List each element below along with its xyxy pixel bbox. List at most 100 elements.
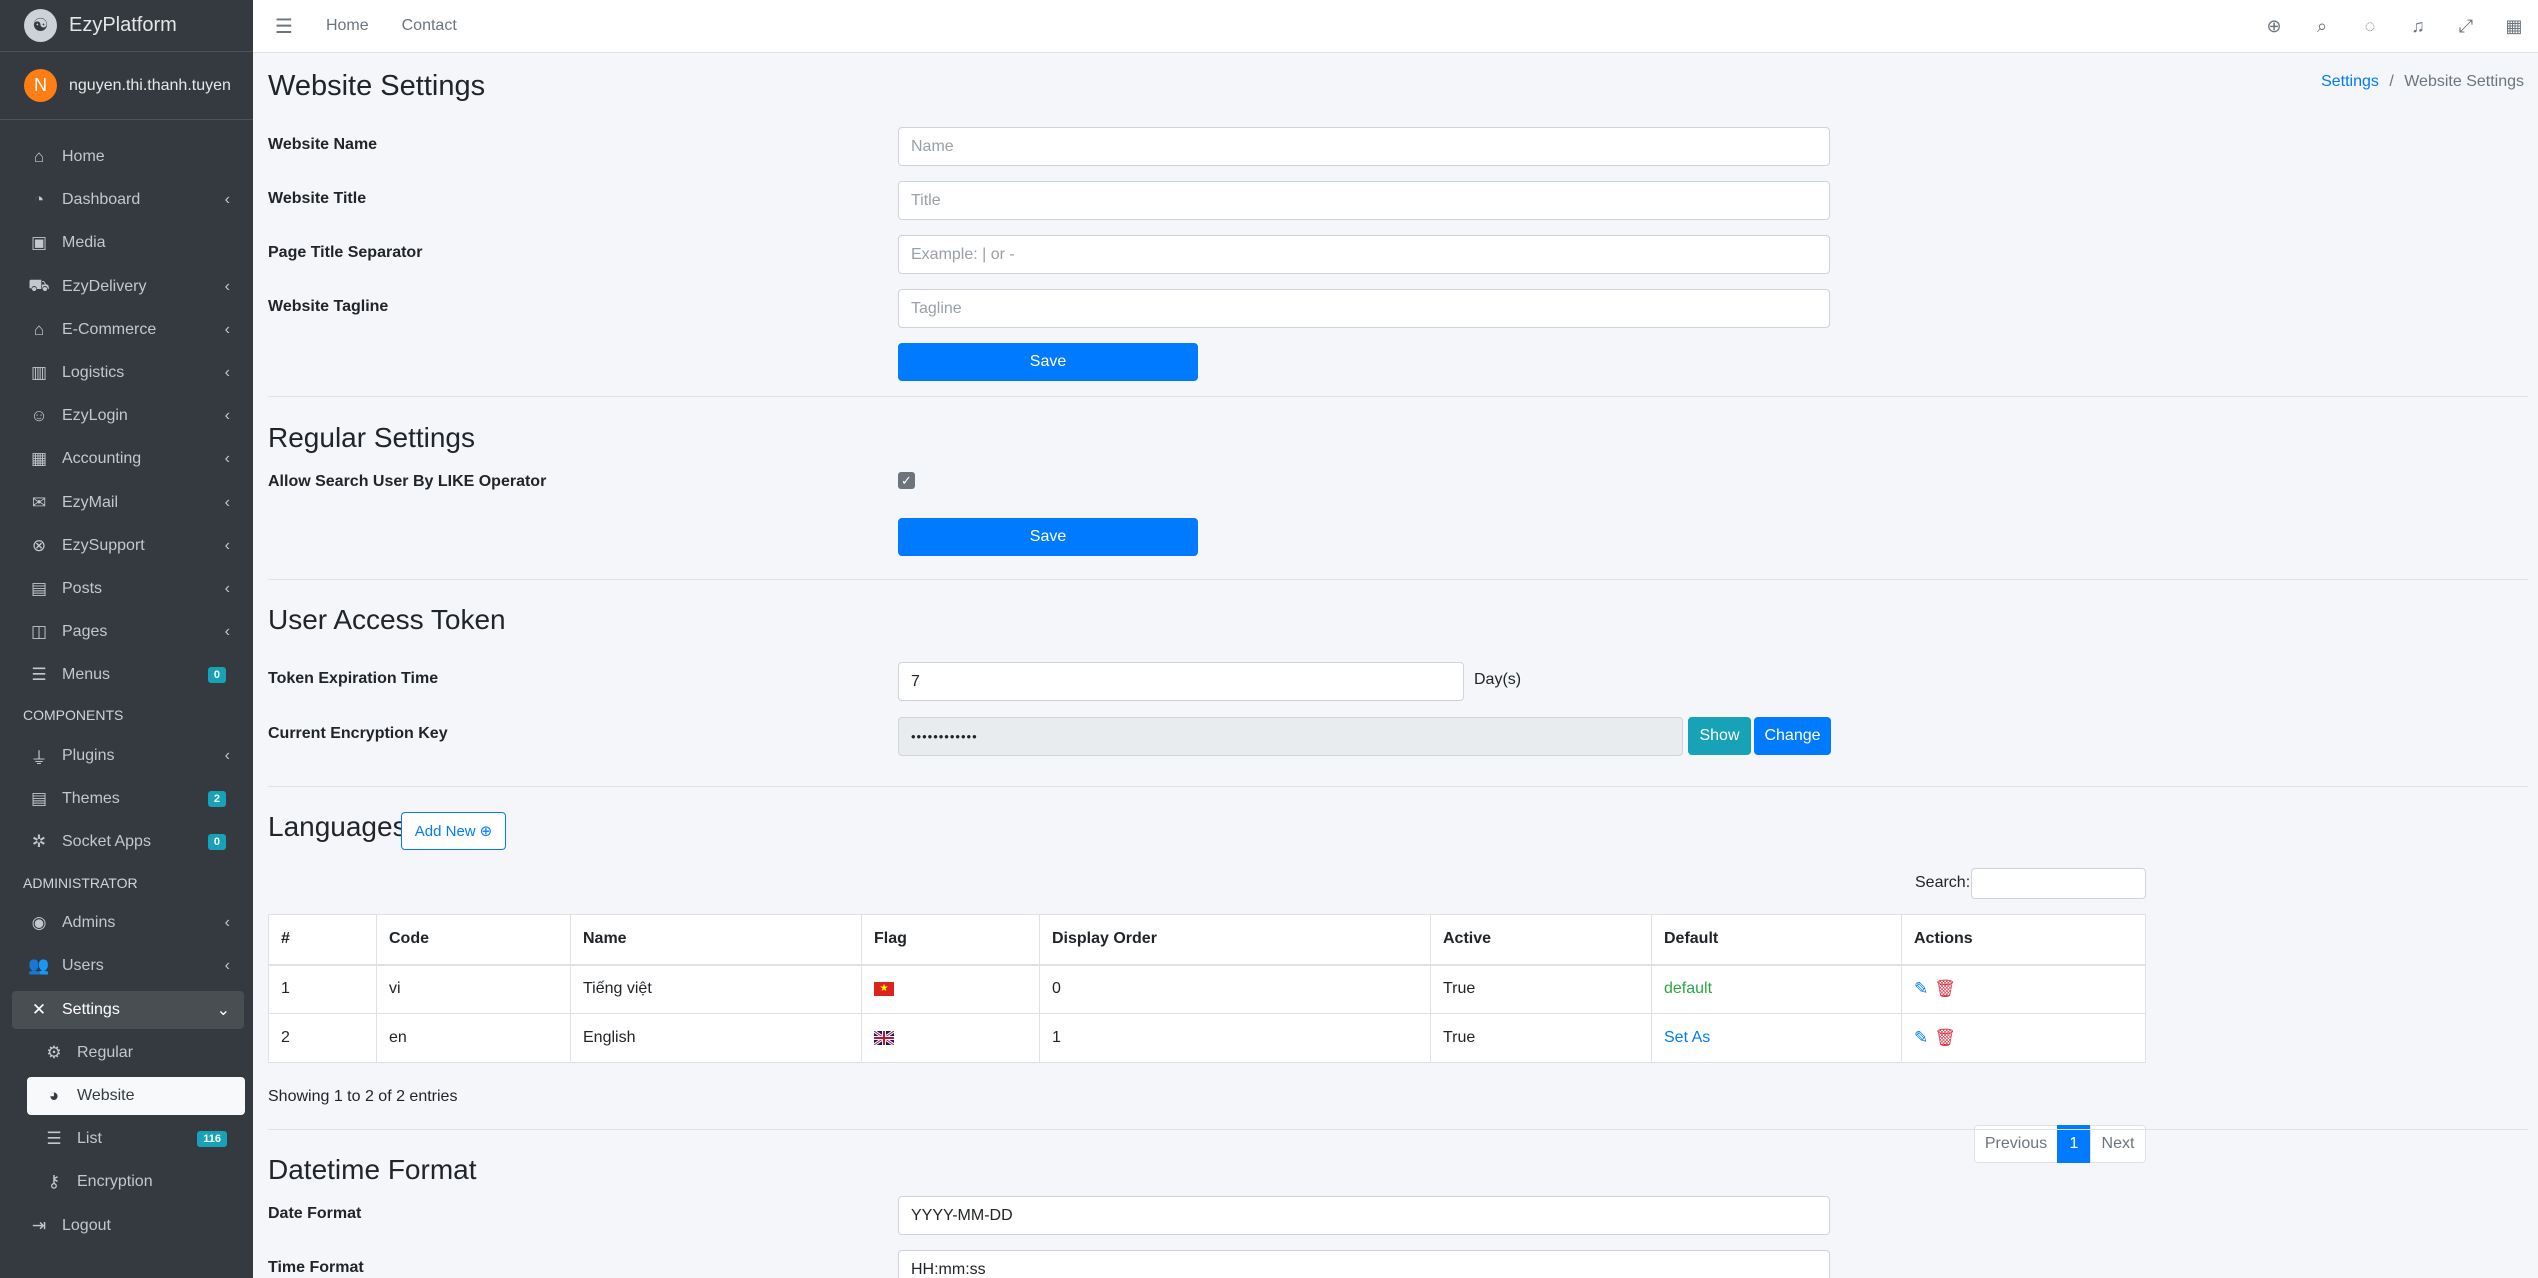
breadcrumb-settings-link[interactable]: Settings — [2321, 73, 2379, 90]
globe-icon[interactable]: ⊕ — [2250, 16, 2298, 37]
user-lock-icon: ☺ — [30, 406, 48, 425]
column-header: Actions — [1901, 914, 2146, 966]
save-website-settings-button[interactable]: Save — [898, 343, 1198, 381]
sidebar-item-home[interactable]: ⌂ Home — [12, 138, 244, 176]
top-navbar: ☰ Home Contact ⊕ ⌕ ◌ ♫ ⤢ ▦ — [253, 0, 2538, 53]
sidebar-item-ezylogin[interactable]: ☺ EzyLogin ‹ — [12, 397, 244, 435]
cell-default[interactable]: Set As — [1651, 1013, 1902, 1063]
table-row: 1 vi Tiếng việt ★ 0 True default ✎ 🗑 — [268, 964, 2146, 1014]
sidebar-item-regular[interactable]: ⚙ Regular — [27, 1034, 245, 1072]
count-badge: 0 — [207, 667, 226, 683]
chevron-left-icon: ‹ — [224, 321, 230, 338]
cell-name: Tiếng việt — [570, 964, 862, 1014]
sidebar-item-label: Posts — [62, 580, 103, 597]
website-title-input[interactable]: Title — [898, 181, 1830, 220]
sidebar-item-logistics[interactable]: ▥ Logistics ‹ — [12, 354, 244, 392]
sidebar-item-label: EzyMail — [62, 494, 119, 511]
cell-actions: ✎ 🗑 — [1901, 1013, 2146, 1063]
themes-icon: ▤ — [30, 789, 48, 808]
sidebar-item-label: Home — [62, 148, 105, 165]
brand-name: EzyPlatform — [69, 14, 177, 36]
username: nguyen.thi.thanh.tuyen — [69, 76, 231, 94]
sidebar-item-ezymail[interactable]: ✉ EzyMail ‹ — [12, 484, 244, 522]
grid-icon[interactable]: ▦ — [2490, 16, 2538, 37]
column-header[interactable]: Code — [376, 914, 571, 966]
sidebar-item-label: Themes — [62, 790, 120, 807]
sidebar-item-website[interactable]: ◕ Website — [27, 1077, 245, 1115]
page-title-separator-input[interactable]: Example: | or - — [898, 235, 1830, 274]
column-header[interactable]: Flag — [861, 914, 1040, 966]
sidebar-item-ezydelivery[interactable]: ⛟ EzyDelivery ‹ — [12, 268, 244, 306]
sidebar-item-dashboard[interactable]: ◔ Dashboard ‹ — [12, 181, 244, 219]
sidebar-item-media[interactable]: ▣ Media — [12, 224, 244, 262]
comments-icon[interactable]: ◌ — [2346, 16, 2394, 37]
like-operator-checkbox[interactable]: ✓ — [898, 472, 915, 489]
sidebar-item-accounting[interactable]: ▦ Accounting ‹ — [12, 440, 244, 478]
pagination-page-1[interactable]: 1 — [2057, 1125, 2091, 1163]
trash-icon[interactable]: 🗑 — [1934, 1028, 1956, 1047]
column-header[interactable]: Display Order — [1039, 914, 1431, 966]
page-title-separator-label: Page Title Separator — [268, 244, 423, 261]
column-header[interactable]: Default — [1651, 914, 1902, 966]
expand-icon[interactable]: ⤢ — [2442, 16, 2490, 37]
hamburger-icon[interactable]: ☰ — [275, 14, 293, 39]
sidebar-item-label: Admins — [62, 914, 116, 931]
sidebar-item-menus[interactable]: ☰ Menus 0 — [12, 656, 244, 694]
show-key-button[interactable]: Show — [1688, 717, 1751, 755]
bars-icon: ☰ — [31, 665, 47, 684]
like-operator-label: Allow Search User By LIKE Operator — [268, 473, 547, 490]
chevron-down-icon: ⌄ — [216, 1002, 230, 1019]
chevron-left-icon: ‹ — [224, 623, 230, 640]
search-icon[interactable]: ⌕ — [2298, 16, 2346, 37]
brand[interactable]: ☯ EzyPlatform — [0, 0, 253, 52]
website-tagline-input[interactable]: Tagline — [898, 289, 1830, 328]
token-expiration-input[interactable]: 7 — [898, 662, 1464, 701]
edit-icon[interactable]: ✎ — [1914, 979, 1928, 998]
sidebar-item-socket-apps[interactable]: ✲ Socket Apps 0 — [12, 823, 244, 861]
languages-search-input[interactable] — [1971, 868, 2146, 899]
vietnam-flag-icon: ★ — [874, 982, 894, 997]
sidebar-item-label: Website — [77, 1087, 135, 1104]
token-expiration-label: Token Expiration Time — [268, 670, 439, 687]
top-link-contact[interactable]: Contact — [402, 17, 457, 35]
column-header[interactable]: Name — [570, 914, 862, 966]
pagination-previous[interactable]: Previous — [1974, 1125, 2058, 1163]
sidebar-item-logout[interactable]: ⇥ Logout — [12, 1207, 244, 1245]
languages-title: Languages — [268, 811, 407, 842]
save-regular-settings-button[interactable]: Save — [898, 518, 1198, 556]
table-info: Showing 1 to 2 of 2 entries — [268, 1088, 458, 1105]
website-name-input[interactable]: Name — [898, 127, 1830, 166]
chevron-left-icon: ‹ — [224, 494, 230, 511]
bell-icon[interactable]: ♫ — [2394, 16, 2442, 37]
chevron-left-icon: ‹ — [224, 914, 230, 931]
sidebar-item-settings[interactable]: ✕ Settings ⌄ — [12, 991, 244, 1029]
sidebar-item-ecommerce[interactable]: ⌂ E-Commerce ‹ — [12, 311, 244, 349]
website-name-label: Website Name — [268, 136, 378, 153]
sidebar-item-themes[interactable]: ▤ Themes 2 — [12, 780, 244, 818]
sidebar-item-plugins[interactable]: ⏚ Plugins ‹ — [12, 737, 244, 775]
sidebar-item-encryption[interactable]: ⚷ Encryption — [27, 1163, 245, 1201]
cell-default: default — [1651, 964, 1902, 1014]
top-link-home[interactable]: Home — [326, 17, 369, 35]
sidebar-item-pages[interactable]: ◫ Pages ‹ — [12, 613, 244, 651]
column-header[interactable]: Active — [1430, 914, 1652, 966]
sidebar-item-posts[interactable]: ▤ Posts ‹ — [12, 570, 244, 608]
add-language-button[interactable]: Add New ⊕ — [401, 812, 506, 850]
divider — [268, 396, 2528, 397]
user-panel[interactable]: N nguyen.thi.thanh.tuyen — [0, 52, 253, 120]
sidebar-item-list[interactable]: ☰ List 116 — [27, 1120, 245, 1158]
date-format-input[interactable]: YYYY-MM-DD — [898, 1196, 1830, 1235]
pagination-next[interactable]: Next — [2090, 1125, 2146, 1163]
chevron-left-icon: ‹ — [224, 537, 230, 554]
sidebar-item-label: Settings — [62, 1001, 120, 1018]
trash-icon[interactable]: 🗑 — [1934, 979, 1956, 998]
main-content: Settings / Website Settings Website Sett… — [253, 53, 2538, 1278]
sidebar-item-users[interactable]: 👥 Users ‹ — [12, 947, 244, 985]
users-icon: 👥 — [28, 956, 50, 975]
column-header[interactable]: # — [268, 914, 377, 966]
time-format-input[interactable]: HH:mm:ss — [898, 1250, 1830, 1278]
edit-icon[interactable]: ✎ — [1914, 1028, 1928, 1047]
change-key-button[interactable]: Change — [1754, 717, 1831, 755]
sidebar-item-ezysupport[interactable]: ⊗ EzySupport ‹ — [12, 527, 244, 565]
sidebar-item-admins[interactable]: ◉ Admins ‹ — [12, 904, 244, 942]
